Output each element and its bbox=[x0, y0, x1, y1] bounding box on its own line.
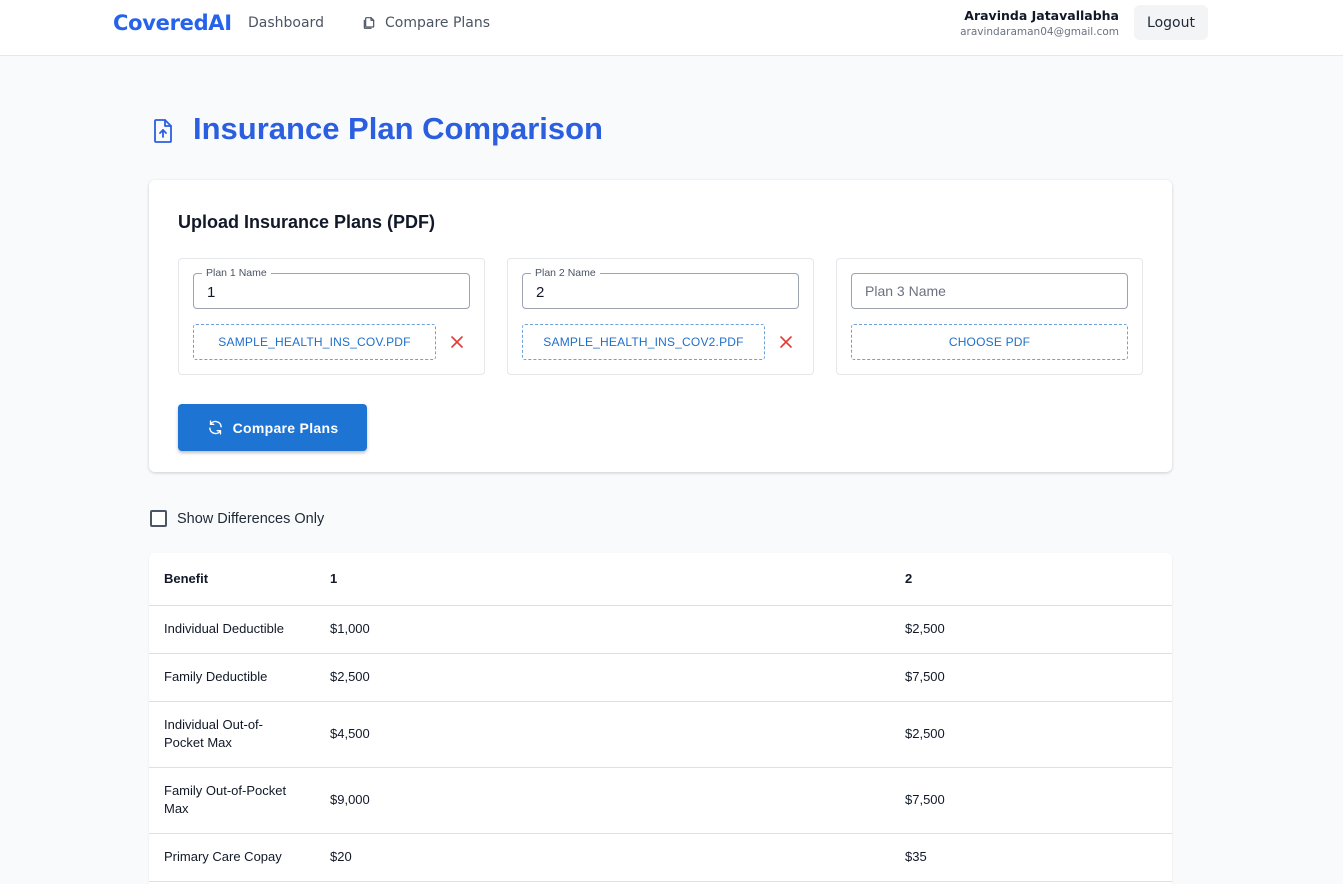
plan-2-value-cell: $35 bbox=[890, 833, 1172, 882]
plan-1-name-field[interactable]: Plan 1 Name 1 bbox=[193, 267, 470, 309]
plan-2-value-cell: $2,500 bbox=[890, 701, 1172, 768]
table-row: Family Out-of-Pocket Max $9,000 $7,500 bbox=[149, 767, 1172, 834]
plan-2-value-cell: $7,500 bbox=[890, 653, 1172, 702]
upload-section-title: Upload Insurance Plans (PDF) bbox=[178, 212, 436, 232]
plan-2-name-value: 2 bbox=[536, 284, 545, 301]
table-row: Primary Care Copay $20 $35 bbox=[149, 833, 1172, 882]
plan-3-name-input[interactable] bbox=[852, 274, 1127, 308]
table-row: Family Deductible $2,500 $7,500 bbox=[149, 653, 1172, 702]
plan-2-value-cell: $2,500 bbox=[890, 605, 1172, 654]
plan-3-box: CHOOSE PDF bbox=[836, 258, 1143, 375]
plan-2-file-button[interactable]: SAMPLE_HEALTH_INS_COV2.PDF bbox=[522, 324, 765, 360]
upload-card: Upload Insurance Plans (PDF) Plan 1 Name… bbox=[149, 180, 1172, 472]
top-nav: CoveredAI Dashboard Compare Plans Aravin… bbox=[0, 0, 1343, 56]
plan-1-remove-file-icon[interactable] bbox=[447, 332, 467, 352]
header-plan-1: 1 bbox=[314, 553, 890, 606]
plan-1-name-label: Plan 1 Name bbox=[202, 267, 271, 279]
comparison-table-card: Benefit 1 2 Individual Deductible $1,000… bbox=[149, 553, 1172, 884]
copy-documents-icon bbox=[363, 17, 375, 29]
comparison-table: Benefit 1 2 Individual Deductible $1,000… bbox=[149, 553, 1172, 882]
header-benefit: Benefit bbox=[149, 553, 314, 606]
header-plan-2: 2 bbox=[890, 553, 1172, 606]
plan-1-value-cell: $4,500 bbox=[314, 701, 890, 768]
table-header-row: Benefit 1 2 bbox=[149, 553, 1172, 606]
nav-compare-plans-link[interactable]: Compare Plans bbox=[361, 15, 490, 31]
plan-1-value-cell: $1,000 bbox=[314, 605, 890, 654]
show-differences-checkbox[interactable] bbox=[150, 510, 167, 527]
benefit-cell: Family Out-of-Pocket Max bbox=[149, 767, 314, 834]
plan-1-name-value: 1 bbox=[207, 284, 216, 301]
logout-button[interactable]: Logout bbox=[1134, 5, 1208, 40]
plan-3-choose-pdf-button[interactable]: CHOOSE PDF bbox=[851, 324, 1128, 360]
plan-1-file-button[interactable]: SAMPLE_HEALTH_INS_COV.PDF bbox=[193, 324, 436, 360]
plan-2-box: Plan 2 Name 2 SAMPLE_HEALTH_INS_COV2.PDF bbox=[507, 258, 814, 375]
user-name: Aravinda Jatavallabha bbox=[964, 8, 1119, 23]
user-info: Aravinda Jatavallabha aravindaraman04@gm… bbox=[960, 8, 1119, 38]
page-title: Insurance Plan Comparison bbox=[193, 111, 603, 146]
file-upload-icon bbox=[154, 119, 172, 143]
refresh-icon bbox=[208, 420, 222, 435]
show-differences-toggle[interactable]: Show Differences Only bbox=[150, 510, 324, 527]
plan-1-value-cell: $9,000 bbox=[314, 767, 890, 834]
plan-1-box: Plan 1 Name 1 SAMPLE_HEALTH_INS_COV.PDF bbox=[178, 258, 485, 375]
table-row: Individual Out-of-Pocket Max $4,500 $2,5… bbox=[149, 701, 1172, 768]
plan-1-value-cell: $2,500 bbox=[314, 653, 890, 702]
nav-dashboard-link[interactable]: Dashboard bbox=[248, 15, 324, 31]
compare-plans-button[interactable]: Compare Plans bbox=[178, 404, 367, 451]
plan-1-value-cell: $20 bbox=[314, 833, 890, 882]
show-differences-label: Show Differences Only bbox=[177, 510, 325, 527]
benefit-cell: Individual Deductible bbox=[149, 605, 314, 654]
table-row: Individual Deductible $1,000 $2,500 bbox=[149, 605, 1172, 654]
benefit-cell: Individual Out-of-Pocket Max bbox=[149, 701, 314, 768]
brand-logo[interactable]: CoveredAI bbox=[113, 11, 232, 35]
plan-3-name-field[interactable] bbox=[851, 273, 1128, 309]
compare-plans-label: Compare Plans bbox=[232, 419, 339, 436]
plan-2-remove-file-icon[interactable] bbox=[776, 332, 796, 352]
plan-2-name-label: Plan 2 Name bbox=[531, 267, 600, 279]
user-email: aravindaraman04@gmail.com bbox=[960, 26, 1119, 38]
nav-compare-plans-label: Compare Plans bbox=[385, 15, 491, 31]
plan-2-name-field[interactable]: Plan 2 Name 2 bbox=[522, 267, 799, 309]
benefit-cell: Primary Care Copay bbox=[149, 833, 314, 882]
plan-2-value-cell: $7,500 bbox=[890, 767, 1172, 834]
benefit-cell: Family Deductible bbox=[149, 653, 314, 702]
